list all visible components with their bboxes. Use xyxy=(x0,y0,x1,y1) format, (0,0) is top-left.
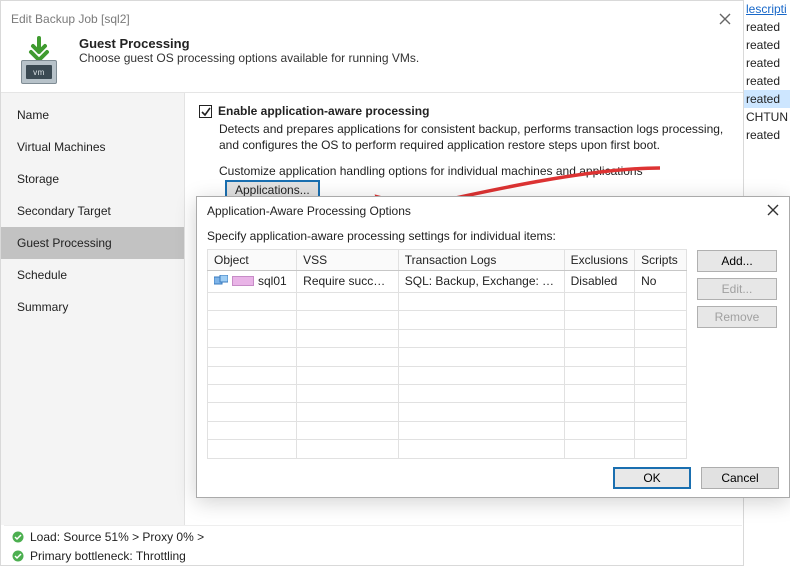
sidebar-item-virtual-machines[interactable]: Virtual Machines xyxy=(1,131,184,163)
app-aware-options-dialog: Application-Aware Processing Options Spe… xyxy=(196,196,790,498)
table-row xyxy=(208,384,687,402)
edit-button[interactable]: Edit... xyxy=(697,278,777,300)
page-header: vm Guest Processing Choose guest OS proc… xyxy=(1,31,743,93)
column-scripts[interactable]: Scripts xyxy=(635,250,687,271)
app-aware-description: Detects and prepares applications for co… xyxy=(219,121,729,153)
add-button[interactable]: Add... xyxy=(697,250,777,272)
ok-button[interactable]: OK xyxy=(613,467,691,489)
window-titlebar: Edit Backup Job [sql2] xyxy=(1,1,743,31)
close-icon[interactable] xyxy=(767,204,781,218)
page-subtitle: Choose guest OS processing options avail… xyxy=(79,51,419,65)
table-row xyxy=(208,366,687,384)
sidebar-item-secondary-target[interactable]: Secondary Target xyxy=(1,195,184,227)
table-row xyxy=(208,403,687,421)
sidebar-item-label: Secondary Target xyxy=(17,204,111,218)
guest-processing-icon: vm xyxy=(15,38,65,88)
wizard-sidebar: Name Virtual Machines Storage Secondary … xyxy=(1,93,185,525)
redacted-block xyxy=(232,276,254,286)
table-row xyxy=(208,440,687,459)
table-row xyxy=(208,421,687,439)
column-transaction-logs[interactable]: Transaction Logs xyxy=(398,250,564,271)
sidebar-item-summary[interactable]: Summary xyxy=(1,291,184,323)
table-row xyxy=(208,311,687,329)
cancel-button[interactable]: Cancel xyxy=(701,467,779,489)
sidebar-item-label: Summary xyxy=(17,300,68,314)
list-item: reated xyxy=(744,36,790,54)
vm-icon xyxy=(214,275,228,287)
sidebar-item-label: Storage xyxy=(17,172,59,186)
list-item: reated xyxy=(744,18,790,36)
customize-text: Customize application handling options f… xyxy=(219,163,643,179)
enable-app-aware-checkbox[interactable] xyxy=(199,105,212,118)
list-item: reated xyxy=(744,54,790,72)
page-title: Guest Processing xyxy=(79,36,419,51)
list-item: reated xyxy=(744,90,790,108)
status-bottleneck: Primary bottleneck: Throttling xyxy=(30,549,186,563)
window-title: Edit Backup Job [sql2] xyxy=(11,12,130,26)
success-icon xyxy=(12,550,24,562)
cell-exclusions: Disabled xyxy=(564,271,635,293)
sidebar-item-guest-processing[interactable]: Guest Processing xyxy=(1,227,184,259)
success-icon xyxy=(12,531,24,543)
table-row xyxy=(208,348,687,366)
cell-transaction-logs: SQL: Backup, Exchange: Tru... xyxy=(398,271,564,293)
table-row xyxy=(208,329,687,347)
object-name: sql01 xyxy=(258,274,287,288)
list-item: reated xyxy=(744,126,790,144)
sidebar-item-schedule[interactable]: Schedule xyxy=(1,259,184,291)
sidebar-item-label: Schedule xyxy=(17,268,67,282)
background-column-header: lescripti xyxy=(744,0,790,18)
column-exclusions[interactable]: Exclusions xyxy=(564,250,635,271)
column-vss[interactable]: VSS xyxy=(297,250,399,271)
sidebar-item-label: Guest Processing xyxy=(17,236,112,250)
column-object[interactable]: Object xyxy=(208,250,297,271)
vm-badge: vm xyxy=(26,65,52,79)
table-row[interactable]: sql01 Require success SQL: Backup, Excha… xyxy=(208,271,687,293)
sidebar-item-name[interactable]: Name xyxy=(1,99,184,131)
status-load: Load: Source 51% > Proxy 0% > xyxy=(30,530,204,544)
list-item: CHTUN xyxy=(744,108,790,126)
table-row xyxy=(208,292,687,310)
sidebar-item-label: Name xyxy=(17,108,49,122)
enable-app-aware-label: Enable application-aware processing xyxy=(218,104,429,118)
close-icon[interactable] xyxy=(717,11,733,27)
remove-button[interactable]: Remove xyxy=(697,306,777,328)
status-bar: Load: Source 51% > Proxy 0% > Primary bo… xyxy=(4,525,742,565)
dialog-subtext: Specify application-aware processing set… xyxy=(207,229,779,243)
sidebar-item-storage[interactable]: Storage xyxy=(1,163,184,195)
list-item: reated xyxy=(744,72,790,90)
dialog-title: Application-Aware Processing Options xyxy=(207,204,411,218)
items-table[interactable]: Object VSS Transaction Logs Exclusions S… xyxy=(207,249,687,459)
background-list-fragment: lescripti reated reated reated reated re… xyxy=(744,0,790,200)
sidebar-item-label: Virtual Machines xyxy=(17,140,106,154)
cell-scripts: No xyxy=(635,271,687,293)
cell-vss: Require success xyxy=(297,271,399,293)
